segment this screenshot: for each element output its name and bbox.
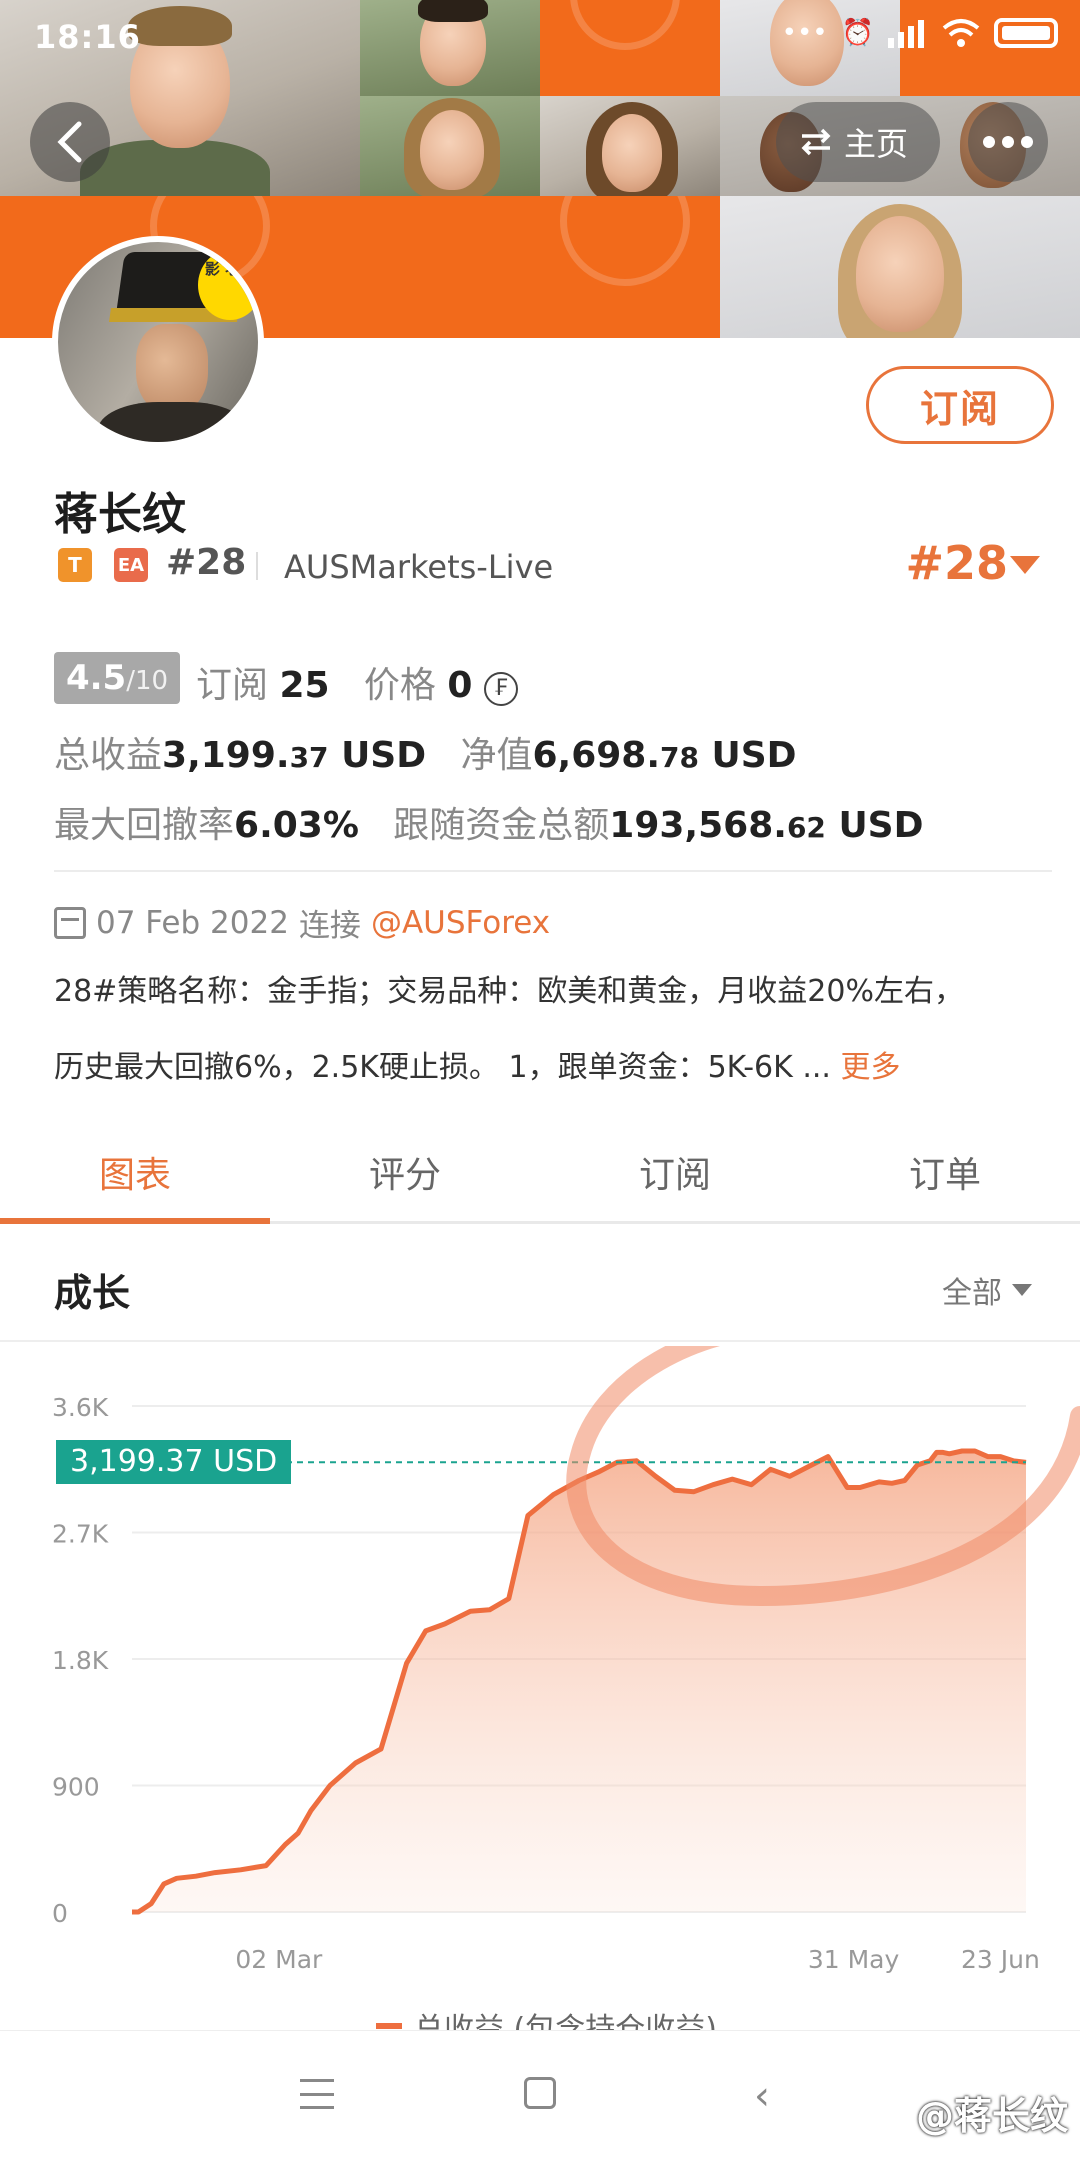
watermark: @蒋长纹 bbox=[915, 2094, 1068, 2138]
caret-down-icon bbox=[1012, 1284, 1032, 1296]
profile-name: 蒋长纹 bbox=[54, 489, 186, 540]
more-dot-icon bbox=[1021, 136, 1033, 148]
more-options-button[interactable] bbox=[968, 102, 1048, 182]
back-button[interactable] bbox=[30, 102, 110, 182]
connect-date: 07 Feb 2022 bbox=[96, 904, 289, 941]
home-label: 主页 bbox=[844, 125, 909, 163]
home-square-icon[interactable] bbox=[524, 2077, 556, 2109]
banner-pattern-2 bbox=[900, 0, 1080, 96]
tab-bar: 图表 评分 订阅 订单 bbox=[0, 1132, 1080, 1224]
price-value: 0 bbox=[447, 665, 473, 706]
x-tick-label: 23 Jun bbox=[961, 1945, 1040, 1974]
total-profit-dec: 37 bbox=[289, 741, 329, 774]
drawdown-funds-line: 最大回撤率6.03% 跟随资金总额193,568.62 USD bbox=[54, 796, 923, 848]
more-link[interactable]: 更多 bbox=[841, 1050, 901, 1085]
section-divider bbox=[0, 1340, 1080, 1342]
profit-equity-line: 总收益3,199.37 USD 净值6,698.78 USD bbox=[54, 726, 797, 778]
separator bbox=[256, 552, 258, 580]
back-arrow-icon[interactable]: ‹ bbox=[754, 2073, 770, 2119]
avatar-face bbox=[136, 324, 208, 414]
chevron-left-icon bbox=[57, 121, 82, 163]
battery-icon bbox=[994, 18, 1058, 48]
banner-photo-3 bbox=[720, 0, 900, 96]
subscriptions-label: 订阅 bbox=[196, 665, 269, 706]
range-filter-label: 全部 bbox=[942, 1276, 1002, 1311]
subscriptions-price-line: 订阅 25 价格 0 ₣ bbox=[196, 656, 518, 708]
badge-t: T bbox=[58, 548, 92, 582]
more-dot-icon bbox=[1002, 136, 1014, 148]
system-nav-bar: ‹ @蒋长纹 bbox=[0, 2030, 1080, 2160]
banner-photo-7 bbox=[720, 196, 1080, 338]
equity-value: 6,698.78 USD bbox=[532, 735, 796, 776]
banner-photo-4 bbox=[360, 96, 540, 196]
price-label: 价格 bbox=[363, 665, 436, 706]
total-profit-value: 3,199.37 USD bbox=[162, 735, 426, 776]
y-tick-label: 900 bbox=[52, 1773, 100, 1802]
range-filter[interactable]: 全部 bbox=[942, 1268, 1032, 1312]
equity-int: 6,698. bbox=[532, 735, 661, 776]
subscriptions-value: 25 bbox=[279, 665, 330, 706]
strategy-description-line-2: 历史最大回撤6%，2.5K硬止损。 1，跟单资金：5K-6K ... 更多 bbox=[54, 1048, 1054, 1088]
section-title: 成长 bbox=[54, 1271, 131, 1315]
menu-icon[interactable] bbox=[300, 2079, 334, 2109]
total-profit-label: 总收益 bbox=[54, 735, 163, 776]
switch-icon bbox=[801, 128, 831, 156]
home-button[interactable]: 主页 bbox=[776, 102, 940, 182]
score-total: /10 bbox=[126, 666, 169, 696]
score-value: 4.5 bbox=[65, 658, 127, 698]
total-profit-int: 3,199. bbox=[162, 735, 290, 776]
status-icons: ••• ⏰ bbox=[782, 18, 1058, 48]
x-tick-label: 02 Mar bbox=[235, 1945, 323, 1974]
tab-subscribe[interactable]: 订阅 bbox=[540, 1132, 810, 1221]
follow-funds-value: 193,568.62 USD bbox=[609, 805, 923, 846]
max-drawdown-value: 6.03% bbox=[234, 805, 359, 846]
equity-dec: 78 bbox=[660, 741, 699, 774]
server-name: AUSMarkets-Live bbox=[284, 548, 554, 586]
rank-inline: #28 bbox=[166, 542, 247, 583]
strategy-description-line-1: 28#策略名称：金手指；交易品种：欧美和黄金，月收益20%左右， bbox=[54, 974, 964, 1009]
tab-chart[interactable]: 图表 bbox=[0, 1132, 270, 1224]
avatar-body bbox=[98, 402, 248, 442]
follow-funds-dec: 62 bbox=[786, 811, 826, 844]
y-tick-label: 0 bbox=[52, 1899, 68, 1928]
follow-funds-label: 跟随资金总额 bbox=[393, 805, 610, 846]
subscribe-button[interactable]: 订阅 bbox=[866, 366, 1054, 444]
connect-date-line: 07 Feb 2022 连接 @AUSForex bbox=[54, 900, 550, 945]
status-time: 18:16 bbox=[34, 18, 141, 56]
broker-link[interactable]: @AUSForex bbox=[371, 905, 550, 941]
avatar-bubble: 影 老欧 bbox=[198, 250, 258, 320]
caret-down-icon[interactable] bbox=[1010, 556, 1040, 574]
wifi-icon bbox=[942, 19, 980, 47]
banner-photo-5 bbox=[540, 96, 720, 196]
connect-label: 连接 bbox=[298, 908, 361, 944]
current-value-tag: 3,199.37 USD bbox=[56, 1440, 292, 1484]
description-text: 历史最大回撤6%，2.5K硬止损。 1，跟单资金：5K-6K ... bbox=[54, 1050, 831, 1085]
equity-unit: USD bbox=[698, 735, 797, 776]
total-profit-unit: USD bbox=[328, 735, 427, 776]
divider bbox=[54, 870, 1052, 872]
banner-pattern-1 bbox=[540, 0, 720, 96]
follow-funds-unit: USD bbox=[825, 805, 924, 846]
score-badge: 4.5 /10 bbox=[54, 652, 180, 704]
alarm-icon: ⏰ bbox=[841, 18, 874, 48]
max-drawdown-label: 最大回撤率 bbox=[54, 805, 235, 846]
x-tick-label: 31 May bbox=[808, 1945, 900, 1974]
signal-icon bbox=[888, 20, 924, 48]
rank-selector[interactable]: #28 bbox=[905, 536, 1008, 590]
signal-dots-icon: ••• bbox=[781, 18, 828, 48]
calendar-icon bbox=[54, 906, 86, 939]
legend-swatch bbox=[376, 2023, 402, 2029]
avatar[interactable]: 影 老欧 bbox=[52, 236, 264, 448]
tab-rating[interactable]: 评分 bbox=[270, 1132, 540, 1221]
y-tick-label: 2.7K bbox=[52, 1520, 109, 1549]
more-dot-icon bbox=[983, 136, 995, 148]
y-tick-label: 3.6K bbox=[52, 1393, 109, 1422]
equity-label: 净值 bbox=[460, 735, 533, 776]
follow-funds-int: 193,568. bbox=[609, 805, 787, 846]
badge-ea: EA bbox=[114, 548, 148, 582]
y-tick-label: 1.8K bbox=[52, 1646, 109, 1675]
coin-icon: ₣ bbox=[483, 672, 518, 706]
banner-photo-2 bbox=[360, 0, 540, 96]
tab-orders[interactable]: 订单 bbox=[810, 1132, 1080, 1221]
